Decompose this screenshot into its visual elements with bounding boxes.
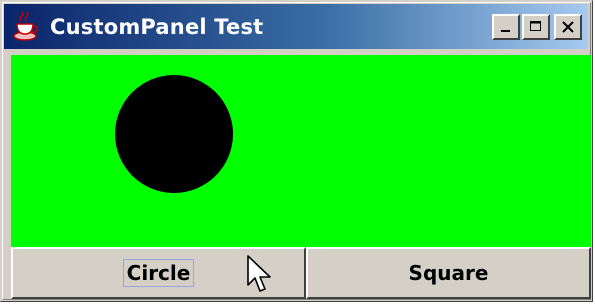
title-bar[interactable]: CustomPanel Test [4,4,588,49]
window-controls [492,14,582,40]
minimize-icon [501,30,510,32]
minimize-button[interactable] [492,14,520,40]
drawn-circle [115,75,233,193]
application-window: CustomPanel Test Circle Square [0,0,593,302]
maximize-button[interactable] [522,14,550,40]
window-title: CustomPanel Test [50,14,264,39]
square-button[interactable]: Square [306,247,591,299]
circle-button-label: Circle [122,259,195,287]
close-icon [562,21,574,33]
button-row: Circle Square [11,247,591,299]
close-button[interactable] [554,14,582,40]
maximize-icon [530,21,541,31]
drawing-panel [11,55,591,247]
java-coffee-icon[interactable] [10,11,42,43]
circle-button[interactable]: Circle [11,247,306,299]
square-button-label: Square [408,261,489,285]
